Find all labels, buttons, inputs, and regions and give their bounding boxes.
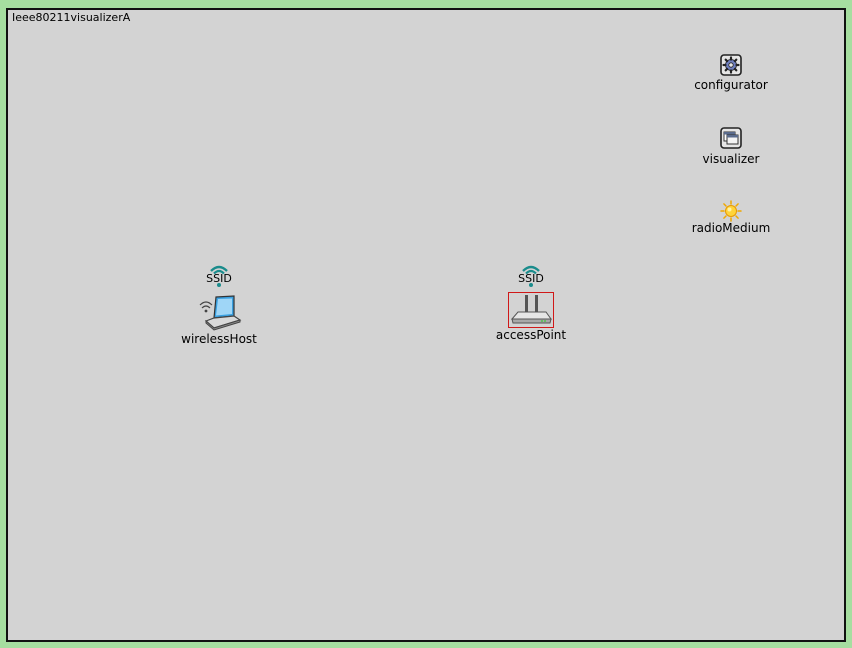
sun-icon <box>720 200 742 222</box>
ssid-text: SSID <box>206 272 232 285</box>
access-point-label: accessPoint <box>495 328 567 342</box>
network-canvas[interactable]: Ieee80211visualizerA configurator visual… <box>6 8 846 642</box>
radio-medium-label: radioMedium <box>691 221 771 235</box>
wireless-host-node[interactable]: SSID wirelessHost <box>181 264 257 346</box>
ssid-badge: SSID <box>516 264 546 288</box>
network-title: Ieee80211visualizerA <box>12 11 131 24</box>
ssid-badge: SSID <box>204 264 234 288</box>
ssid-text: SSID <box>518 272 544 285</box>
configurator-node[interactable]: configurator <box>694 52 768 94</box>
radio-medium-node[interactable]: radioMedium <box>692 200 770 242</box>
access-point-node[interactable]: SSID accessPoint <box>496 264 566 344</box>
window-icon <box>720 127 742 149</box>
laptop-icon <box>198 294 242 332</box>
router-icon <box>508 292 554 328</box>
configurator-label: configurator <box>694 78 768 92</box>
visualizer-label: visualizer <box>702 152 760 166</box>
wireless-host-label: wirelessHost <box>181 332 257 346</box>
visualizer-node[interactable]: visualizer <box>703 126 759 168</box>
gear-icon <box>720 54 742 76</box>
